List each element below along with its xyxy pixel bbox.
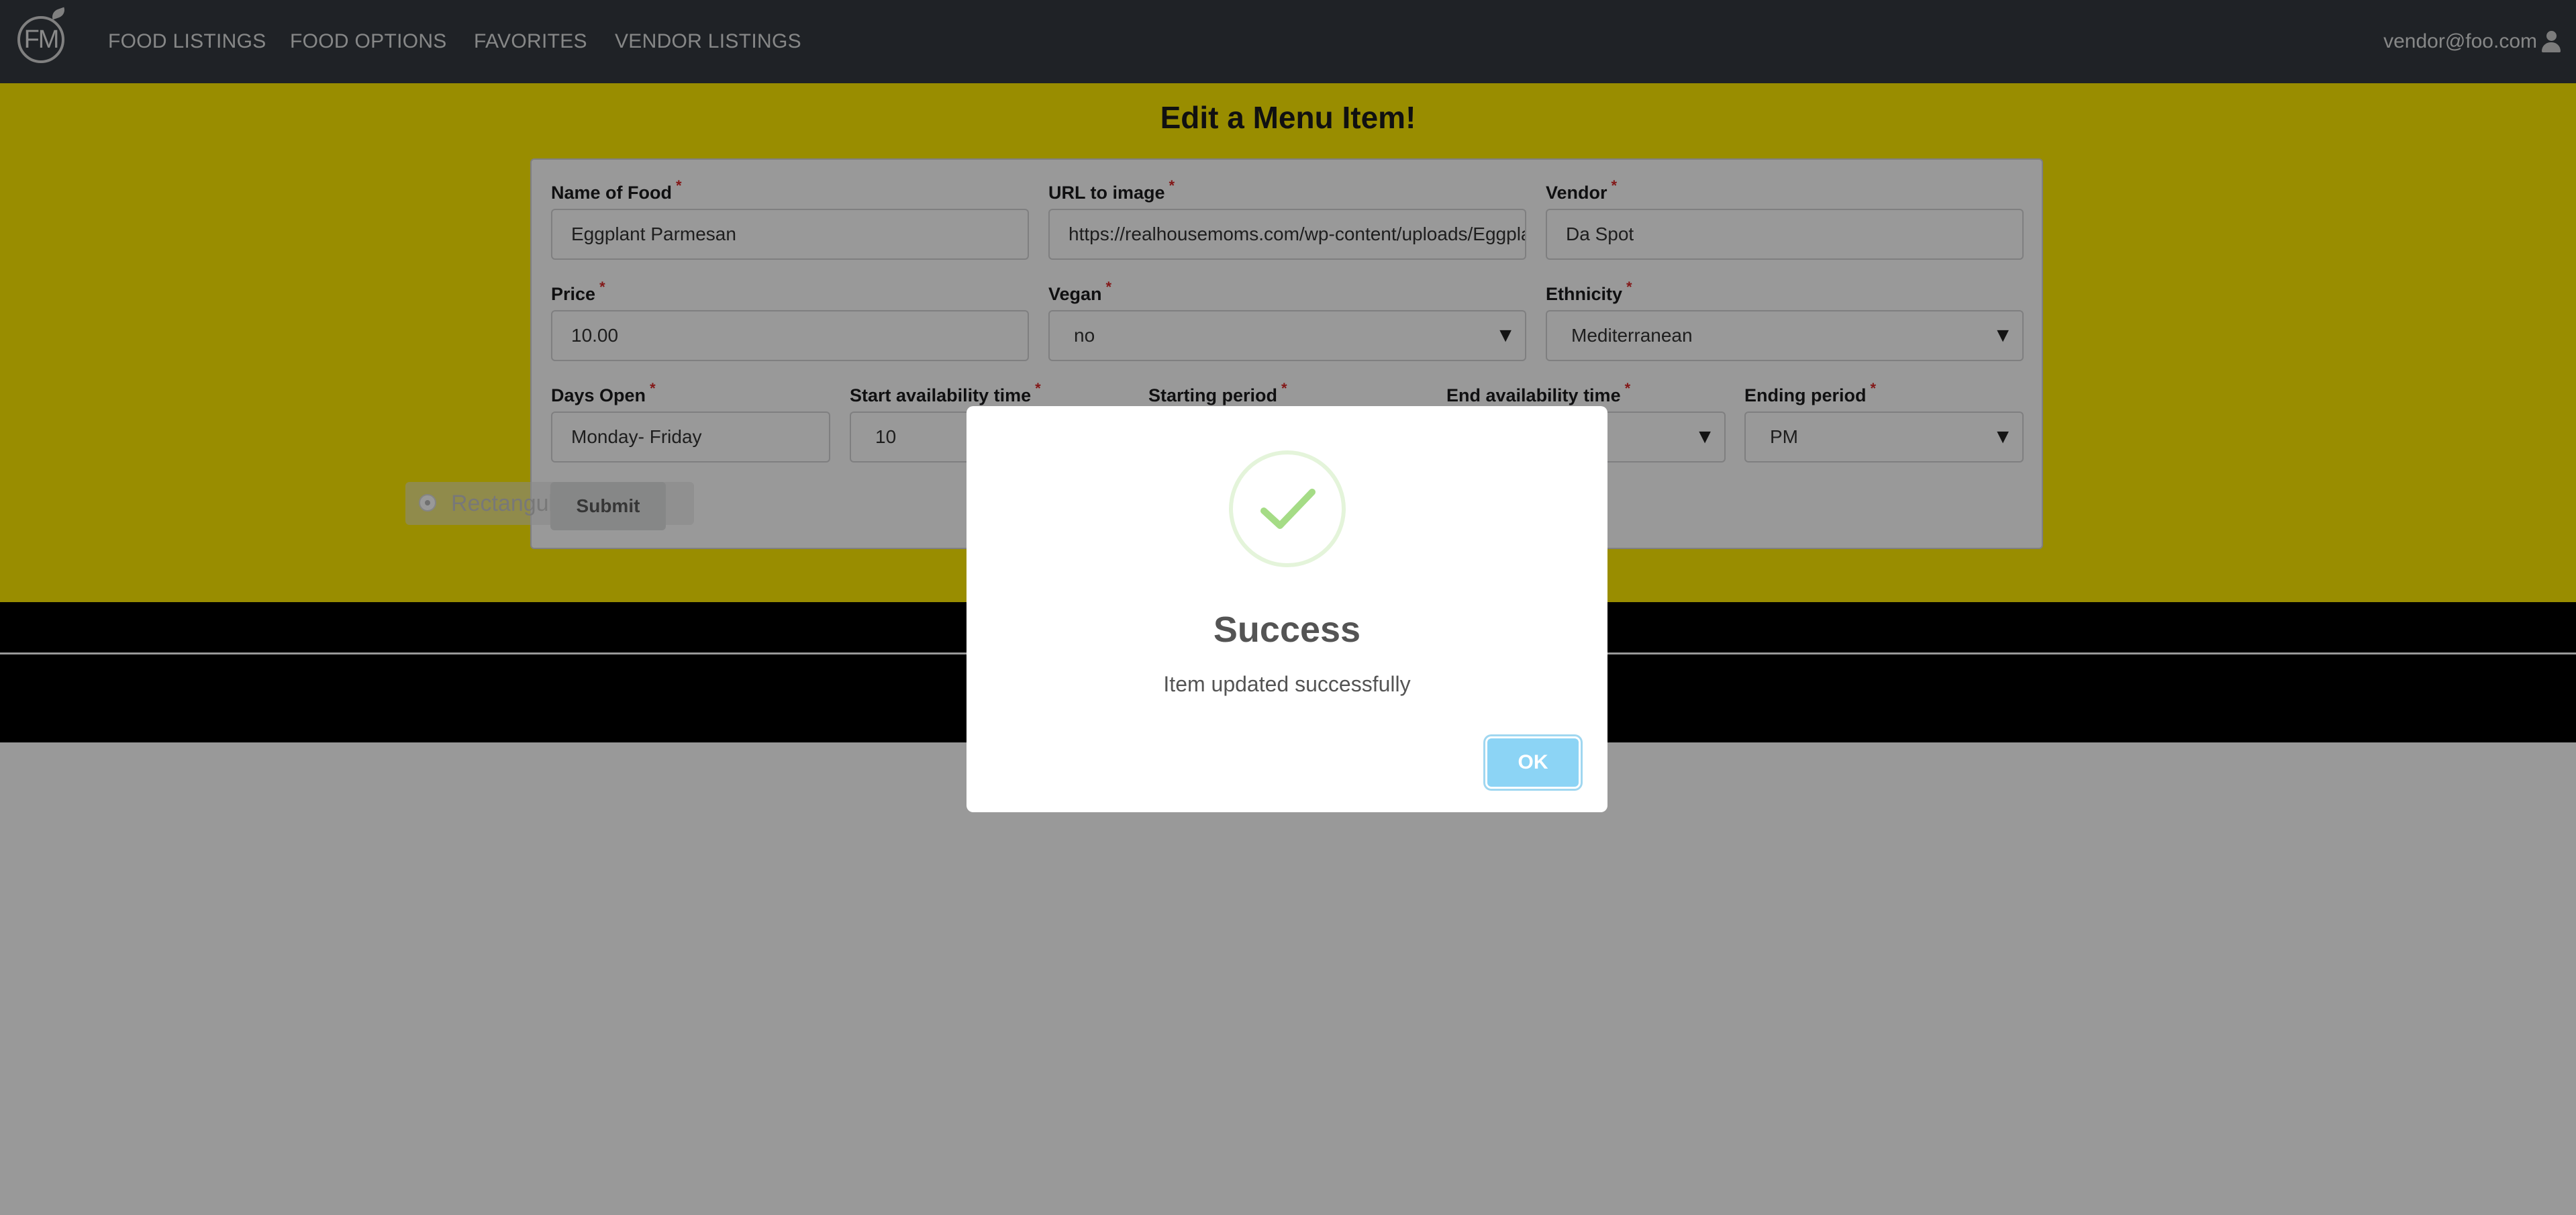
- ok-button[interactable]: OK: [1487, 738, 1579, 787]
- dialog-message: Item updated successfully: [1163, 672, 1411, 696]
- check-icon: [1229, 450, 1346, 567]
- dialog-title: Success: [1213, 610, 1361, 650]
- success-dialog: Success Item updated successfully OK: [967, 406, 1607, 812]
